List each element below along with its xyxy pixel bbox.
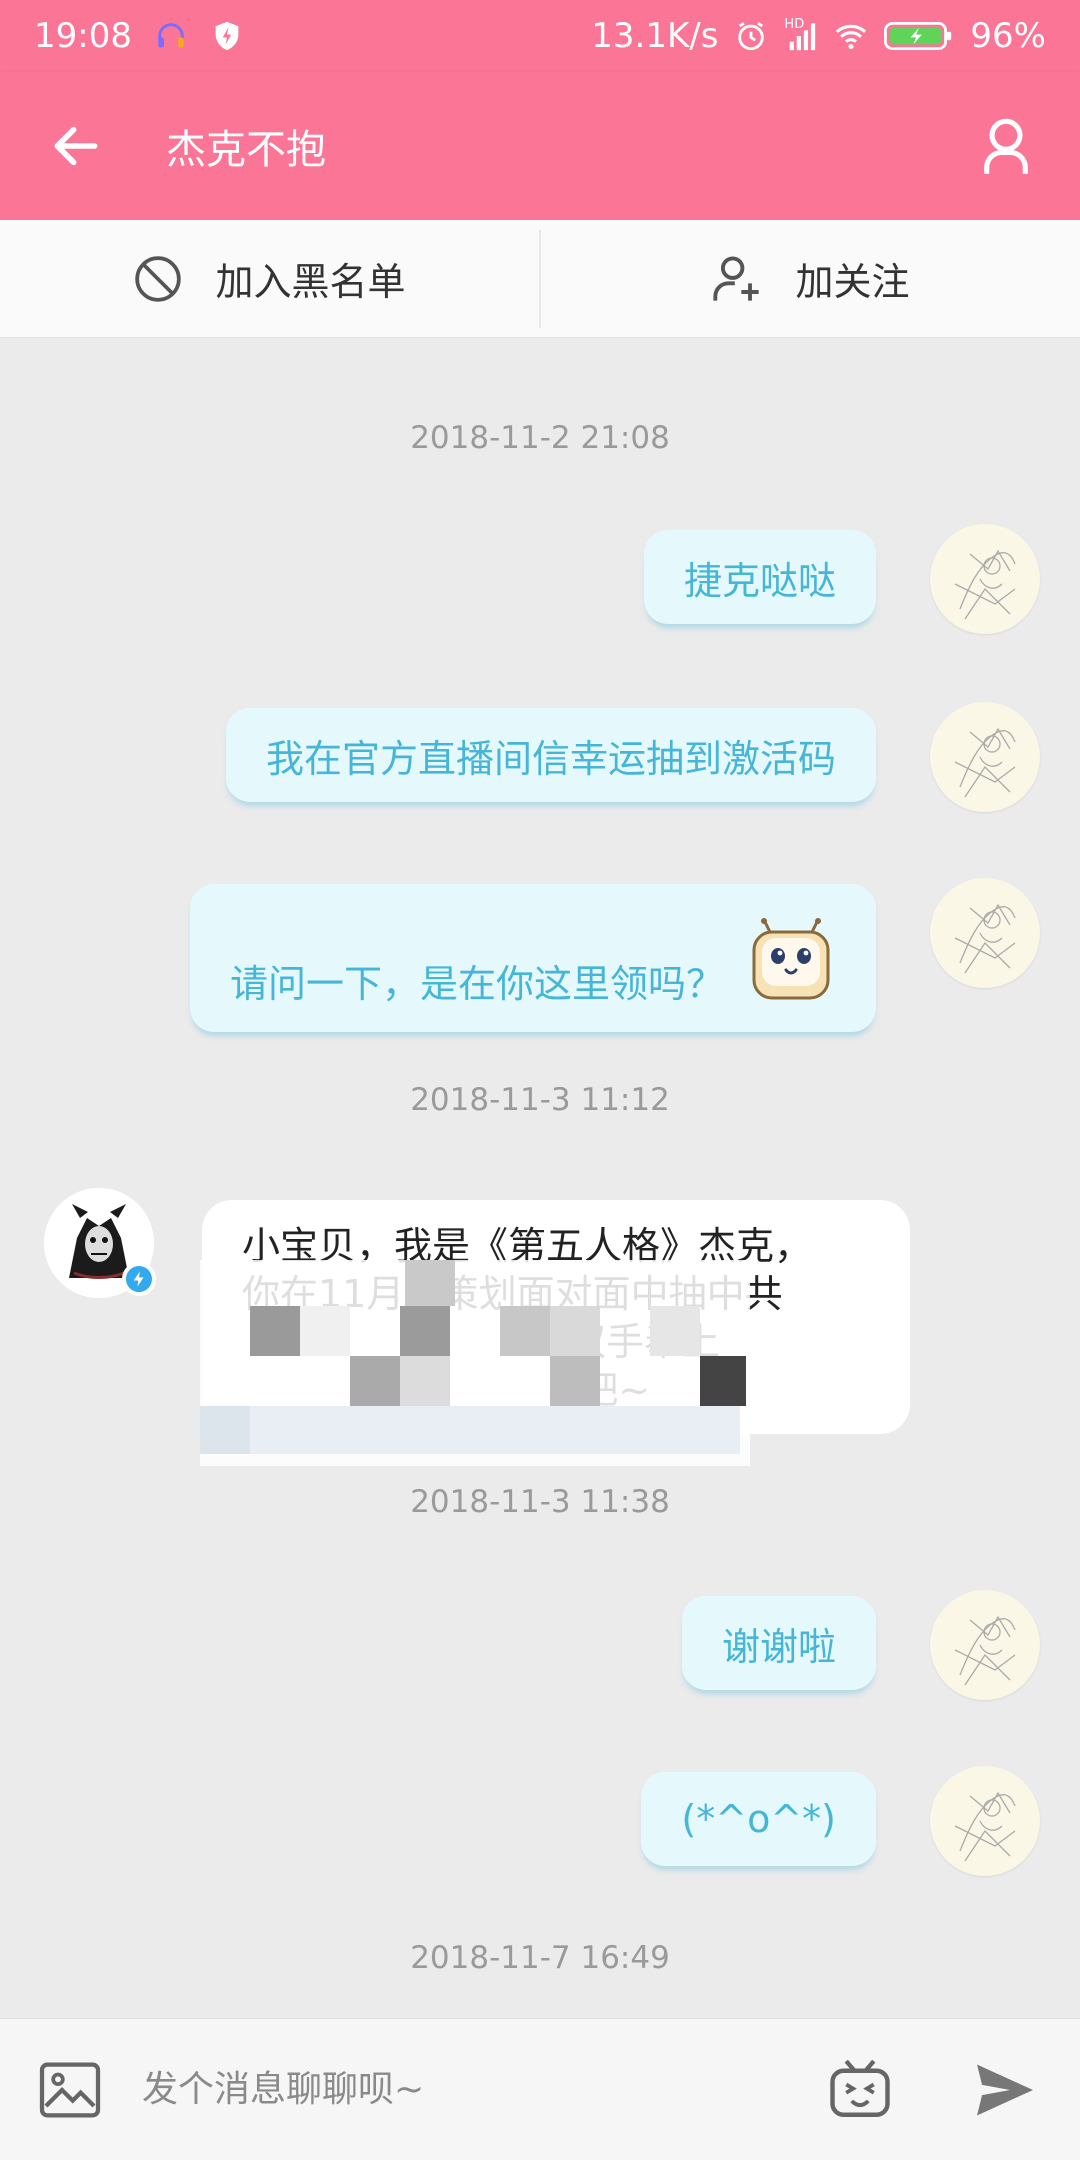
sketch-avatar-image bbox=[954, 1615, 1016, 1686]
message-bubble-sent[interactable]: 捷克哒哒 bbox=[643, 530, 876, 624]
block-user-label: 加入黑名单 bbox=[215, 260, 406, 304]
redaction-mosaic bbox=[200, 1260, 750, 1466]
message-bubble-sent[interactable]: 谢谢啦 bbox=[681, 1596, 876, 1690]
headset-icon bbox=[158, 23, 184, 48]
sketch-avatar-image bbox=[954, 903, 1016, 974]
emoji-button[interactable] bbox=[820, 2050, 900, 2130]
verified-badge bbox=[122, 1262, 156, 1296]
add-user-icon bbox=[713, 255, 760, 301]
message-timestamp: 2018-11-2 21:08 bbox=[410, 420, 670, 456]
user-icon bbox=[984, 118, 1028, 174]
message-timestamp: 2018-11-7 16:49 bbox=[410, 1940, 670, 1976]
battery-icon bbox=[884, 19, 954, 53]
sketch-avatar-image bbox=[954, 549, 1016, 620]
arrow-left-icon bbox=[54, 126, 98, 166]
back-button[interactable] bbox=[16, 72, 136, 220]
network-speed: 13.1K/s bbox=[591, 16, 719, 56]
my-avatar[interactable] bbox=[930, 524, 1040, 634]
my-avatar[interactable] bbox=[930, 878, 1040, 988]
sketch-avatar-image bbox=[954, 1791, 1016, 1862]
page-title: 杰克不抱 bbox=[166, 127, 326, 173]
status-time: 19:08 bbox=[34, 16, 132, 56]
chat-area[interactable]: 2018-11-2 21:08 捷克哒哒 我在官方直播间信幸运抽到激活码 请问一… bbox=[0, 338, 1080, 2018]
message-text: 谢谢啦 bbox=[721, 1624, 836, 1669]
sketch-avatar-image bbox=[954, 727, 1016, 798]
message-input-bar bbox=[0, 2018, 1080, 2160]
lightning-icon bbox=[133, 1271, 144, 1287]
message-text: (*^o^*) bbox=[681, 1797, 836, 1841]
network-type: HD bbox=[784, 17, 818, 53]
message-text: 我在官方直播间信幸运抽到激活码 bbox=[265, 736, 836, 781]
message-timestamp: 2018-11-3 11:38 bbox=[410, 1484, 670, 1520]
send-button[interactable] bbox=[960, 2050, 1050, 2130]
block-icon bbox=[135, 255, 182, 302]
message-text: 捷克哒哒 bbox=[683, 558, 836, 603]
send-icon bbox=[977, 2064, 1033, 2115]
status-bar: 19:08 13.1K/s HD 96% bbox=[0, 0, 1080, 72]
my-avatar[interactable] bbox=[930, 702, 1040, 812]
message-timestamp: 2018-11-3 11:12 bbox=[410, 1082, 670, 1118]
message-text: 请问一下，是在你这里领吗？ bbox=[230, 962, 725, 1006]
follow-button[interactable]: 加关注 bbox=[541, 220, 1080, 337]
block-user-button[interactable]: 加入黑名单 bbox=[0, 220, 539, 337]
shield-icon bbox=[215, 21, 239, 51]
message-bubble-sent[interactable]: (*^o^*) bbox=[641, 1772, 876, 1866]
image-icon bbox=[39, 2062, 101, 2117]
follow-label: 加关注 bbox=[795, 260, 910, 304]
message-bubble-sent[interactable]: 请问一下，是在你这里领吗？ bbox=[190, 884, 876, 1032]
wifi-icon bbox=[836, 24, 867, 50]
profile-button[interactable] bbox=[966, 96, 1046, 196]
my-avatar[interactable] bbox=[930, 1766, 1040, 1876]
message-input[interactable] bbox=[142, 2069, 802, 2110]
message-bubble-sent[interactable]: 我在官方直播间信幸运抽到激活码 bbox=[225, 708, 876, 802]
battery-level: 96% bbox=[970, 16, 1046, 56]
app-bar: 杰克不抱 bbox=[0, 72, 1080, 220]
alarm-icon bbox=[738, 22, 765, 51]
send-image-button[interactable] bbox=[30, 2050, 110, 2130]
tv-emoji-icon bbox=[830, 2059, 890, 2117]
my-avatar[interactable] bbox=[930, 1590, 1040, 1700]
cartoon-emoji-sticker bbox=[752, 918, 830, 1000]
action-bar: 加入黑名单 加关注 bbox=[0, 220, 1080, 338]
